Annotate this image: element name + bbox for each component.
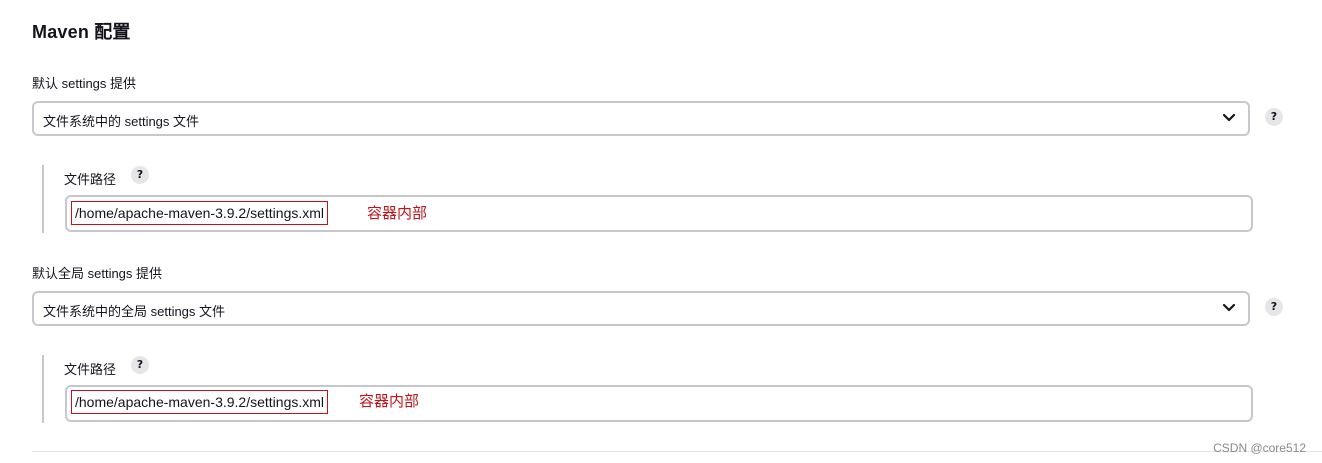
default-settings-selected-value: 文件系统中的 settings 文件 [43,114,200,129]
watermark: CSDN @core512 [1213,441,1306,455]
section-divider [32,451,1322,452]
global-file-path-input[interactable]: /home/apache-maven-3.9.2/settings.xml 容器… [65,385,1253,422]
maven-config-page: Maven 配置 默认 settings 提供 文件系统中的 settings … [0,0,1322,463]
global-file-path-help-button[interactable]: ? [131,356,149,374]
default-settings-file-path-group: 文件路径 ? /home/apache-maven-3.9.2/settings… [42,165,1256,233]
default-file-path-value: /home/apache-maven-3.9.2/settings.xml [71,201,329,225]
default-settings-help-button[interactable]: ? [1265,108,1283,126]
default-settings-label: 默认 settings 提供 [32,76,137,91]
global-settings-selected-value: 文件系统中的全局 settings 文件 [43,304,226,319]
global-settings-file-path-group: 文件路径 ? /home/apache-maven-3.9.2/settings… [42,355,1256,423]
section-title: Maven 配置 [32,22,131,42]
chevron-down-icon [1222,113,1236,122]
default-file-path-label: 文件路径 [64,172,117,187]
global-settings-label: 默认全局 settings 提供 [32,266,163,281]
global-settings-help-button[interactable]: ? [1265,298,1283,316]
chevron-down-icon [1222,303,1236,312]
default-file-path-annotation: 容器内部 [367,205,428,222]
global-file-path-value: /home/apache-maven-3.9.2/settings.xml [71,390,329,414]
default-file-path-help-button[interactable]: ? [131,166,149,184]
default-settings-select[interactable]: 文件系统中的 settings 文件 [32,101,1250,136]
global-settings-select[interactable]: 文件系统中的全局 settings 文件 [32,291,1250,326]
default-file-path-input[interactable]: /home/apache-maven-3.9.2/settings.xml 容器… [65,195,1253,232]
global-file-path-label: 文件路径 [64,362,117,377]
global-file-path-annotation: 容器内部 [359,393,420,410]
